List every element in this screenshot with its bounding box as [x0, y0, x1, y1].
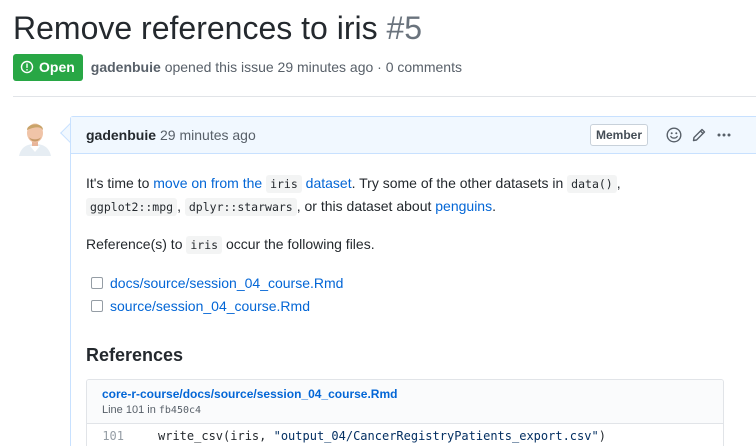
reference-line-info: Line 101 in fb450c4 [102, 402, 708, 419]
issue-author-link[interactable]: gadenbuie [91, 59, 161, 75]
task-list-item: source/session_04_course.Rmd [86, 294, 754, 317]
pencil-icon [692, 128, 706, 142]
task-list-item: docs/source/session_04_course.Rmd [86, 271, 754, 294]
iris-code: iris [186, 236, 223, 254]
issue-opened-text: opened this issue 29 minutes ago · 0 com… [164, 59, 462, 75]
comment-options-button[interactable] [716, 127, 732, 143]
body-text: Reference(s) to [86, 236, 183, 252]
code-line: 101 write_csv(iris, "output_04/CancerReg… [87, 424, 723, 446]
code-token: write_csv(iris, [158, 429, 274, 443]
body-text: . Try some of the other datasets in [351, 175, 564, 191]
line-number[interactable]: 101 [87, 425, 142, 446]
body-text: , [177, 198, 181, 214]
issue-state-badge: Open [13, 53, 83, 81]
task-list: docs/source/session_04_course.Rmd source… [86, 271, 754, 317]
mpg-code: ggplot2::mpg [86, 198, 178, 216]
code-string: "output_04/CancerRegistryPatients_export… [273, 429, 599, 443]
body-text: . [492, 198, 496, 214]
references-heading: References [86, 345, 184, 365]
issue-opened-icon [20, 60, 34, 74]
task-file-link[interactable]: source/session_04_course.Rmd [110, 295, 310, 317]
move-on-link[interactable]: move on from the iris dataset [153, 175, 352, 193]
body-text: , [616, 175, 621, 191]
starwars-code: dplyr::starwars [184, 198, 297, 216]
comment-actions: Member [589, 124, 732, 146]
body-text: occur the following files. [225, 236, 375, 252]
avatar-image [15, 116, 55, 156]
issue-number: #5 [386, 10, 423, 46]
comment-paragraph-1: It's time to move on from the iris datas… [86, 172, 754, 218]
comment-body: It's time to move on from the iris datas… [71, 154, 756, 446]
dataset-link-text: dataset [305, 175, 352, 191]
avatar[interactable] [15, 116, 55, 156]
issue-state-label: Open [39, 59, 75, 75]
author-role-badge: Member [589, 124, 648, 146]
issue-title-text: Remove references to iris [13, 10, 378, 46]
task-checkbox[interactable] [91, 299, 103, 312]
issue-opened-info: gadenbuie opened this issue 29 minutes a… [91, 59, 462, 75]
issue-meta: Open gadenbuie opened this issue 29 minu… [13, 53, 462, 81]
move-on-link-text: move on from the [153, 175, 263, 191]
header-divider [13, 96, 756, 97]
task-checkbox[interactable] [91, 276, 103, 289]
comment-author[interactable]: gadenbuie [86, 127, 156, 143]
reference-file-link[interactable]: core-r-course/docs/source/session_04_cou… [102, 387, 397, 401]
issue-title: Remove references to iris #5 [13, 8, 422, 48]
kebab-horizontal-icon [717, 133, 731, 137]
data-code: data() [567, 175, 617, 193]
reference-commit[interactable]: fb450c4 [159, 405, 201, 416]
reference-line-prefix: Line 101 in [102, 404, 156, 416]
task-file-link[interactable]: docs/source/session_04_course.Rmd [110, 272, 343, 294]
comment-paragraph-2: Reference(s) to iris occur the following… [86, 233, 754, 256]
body-text: , or this dataset about [296, 198, 432, 214]
comment-time[interactable]: 29 minutes ago [160, 127, 256, 143]
penguins-link[interactable]: penguins [435, 198, 492, 214]
smiley-icon [666, 127, 682, 143]
code-token: ) [598, 429, 606, 443]
edit-comment-button[interactable] [691, 127, 707, 143]
body-text: It's time to [86, 175, 150, 191]
code-content: write_csv(iris, "output_04/CancerRegistr… [142, 425, 606, 446]
add-reaction-button[interactable] [666, 127, 682, 143]
code-reference-header: core-r-course/docs/source/session_04_cou… [87, 380, 723, 424]
iris-code: iris [266, 175, 302, 193]
issue-comment: gadenbuie 29 minutes ago Member It's tim… [70, 116, 756, 446]
code-reference: core-r-course/docs/source/session_04_cou… [86, 379, 724, 446]
